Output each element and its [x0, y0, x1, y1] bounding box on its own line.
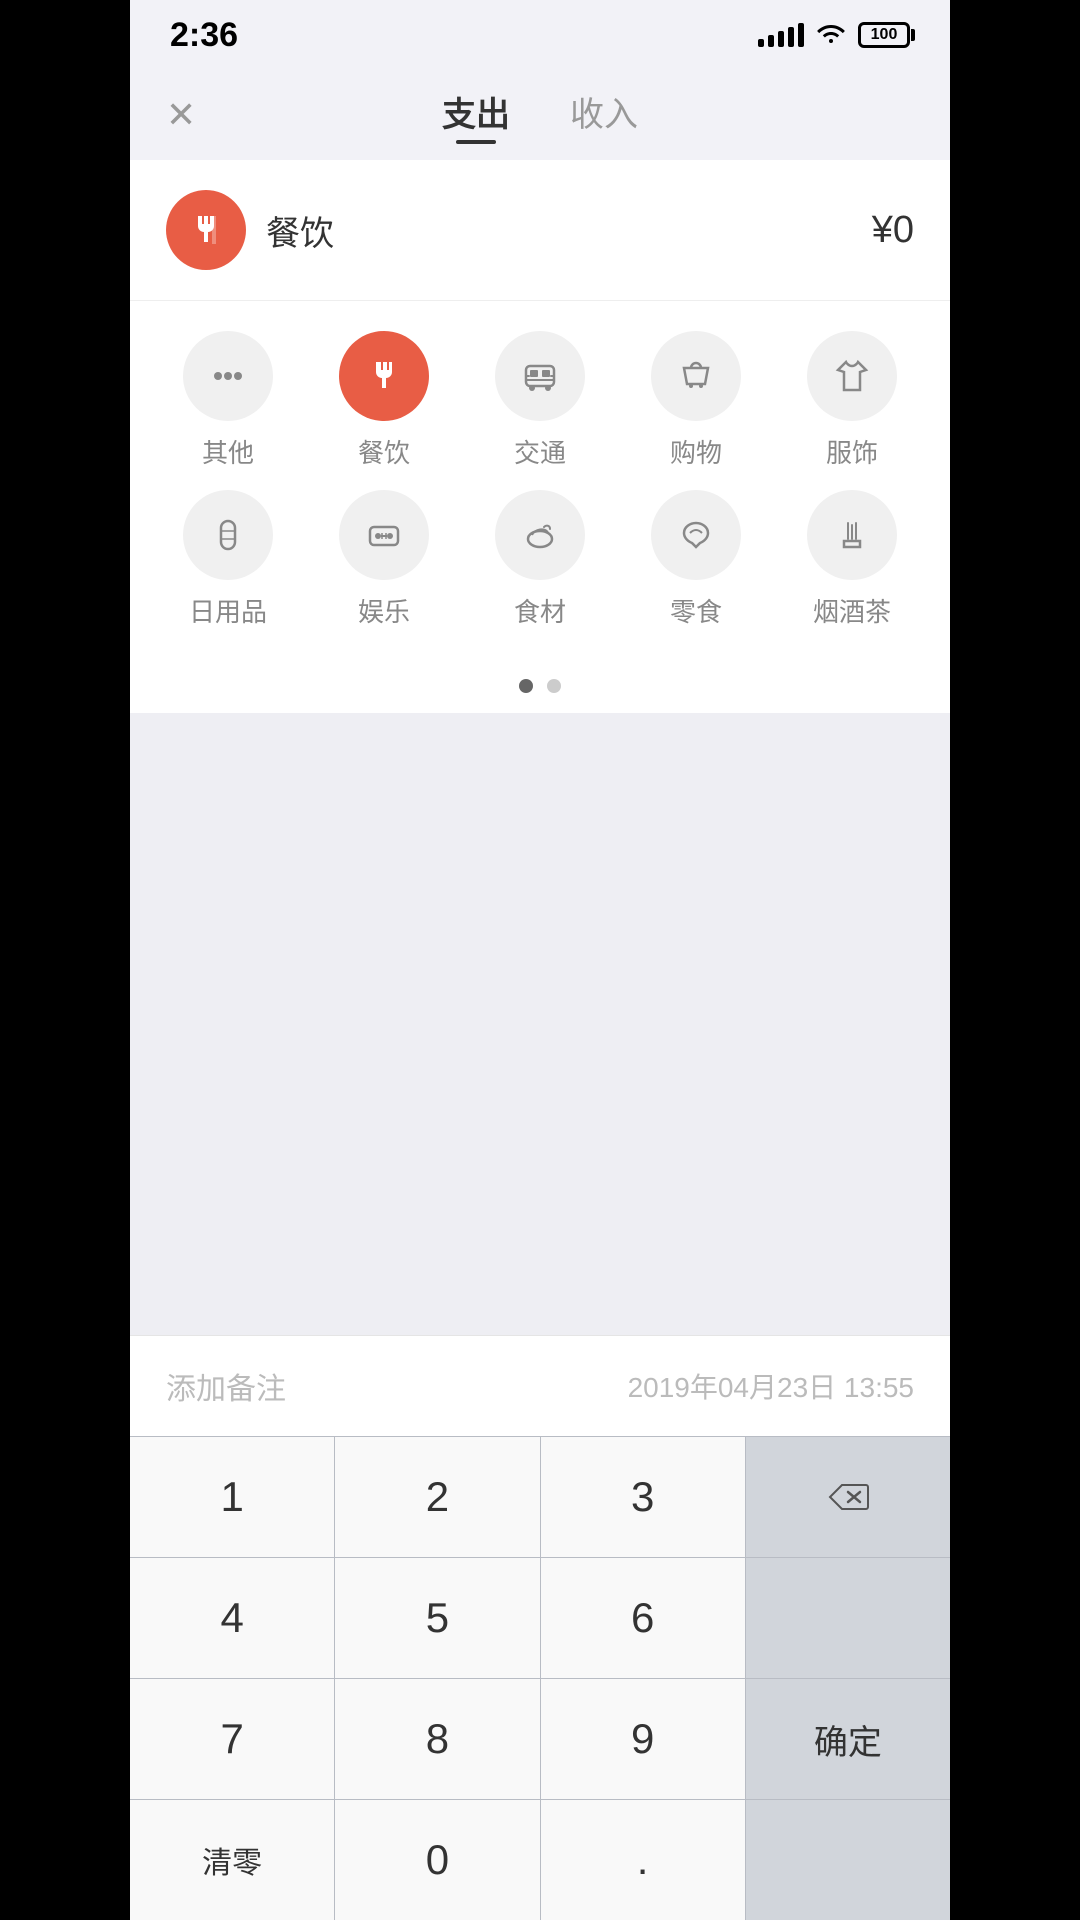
keypad-row-4: 清零 0 . — [130, 1799, 950, 1920]
tab-expense[interactable]: 支出 — [442, 87, 510, 144]
pagination-dots — [130, 669, 950, 713]
keypad-row-1: 1 2 3 — [130, 1436, 950, 1557]
keypad: 1 2 3 4 5 6 7 8 9 确定 清零 0 — [130, 1436, 950, 1920]
tab-bar: 支出 收入 — [442, 87, 638, 144]
key-2[interactable]: 2 — [335, 1437, 540, 1557]
shopping-icon — [676, 356, 716, 396]
key-5[interactable]: 5 — [335, 1558, 540, 1678]
snack-icon — [676, 515, 716, 555]
category-header: 餐饮 ¥0 — [130, 160, 950, 301]
category-item-food[interactable]: 食材 — [470, 490, 610, 629]
keypad-row-2: 4 5 6 — [130, 1557, 950, 1678]
key-7[interactable]: 7 — [130, 1679, 335, 1799]
key-4[interactable]: 4 — [130, 1558, 335, 1678]
category-item-entertainment[interactable]: 娱乐 — [314, 490, 454, 629]
food-icon — [520, 515, 560, 555]
category-item-restaurant[interactable]: 餐饮 — [314, 331, 454, 470]
category-item-shopping[interactable]: 购物 — [626, 331, 766, 470]
category-row-2: 日用品 娱乐 — [150, 490, 930, 629]
key-0[interactable]: 0 — [335, 1800, 540, 1920]
dot-1[interactable] — [519, 679, 533, 693]
key-delete[interactable] — [746, 1437, 950, 1557]
keypad-row-3: 7 8 9 确定 — [130, 1678, 950, 1799]
note-datetime[interactable]: 2019年04月23日 13:55 — [628, 1366, 914, 1406]
content-area — [130, 713, 950, 1335]
other-icon — [208, 356, 248, 396]
key-8[interactable]: 8 — [335, 1679, 540, 1799]
category-item-daily[interactable]: 日用品 — [158, 490, 298, 629]
category-name: 餐饮 — [266, 206, 334, 255]
category-amount: ¥0 — [872, 209, 914, 252]
key-1[interactable]: 1 — [130, 1437, 335, 1557]
key-6[interactable]: 6 — [541, 1558, 746, 1678]
key-decimal[interactable]: . — [541, 1800, 746, 1920]
clothing-icon — [832, 356, 872, 396]
signal-icon — [758, 23, 804, 47]
key-3[interactable]: 3 — [541, 1437, 746, 1557]
category-main-icon — [166, 190, 246, 270]
close-button[interactable]: ✕ — [166, 94, 196, 136]
category-row-1: 其他 餐饮 — [150, 331, 930, 470]
transport-icon — [520, 356, 560, 396]
battery-icon: 100 — [858, 22, 910, 48]
category-item-tobacco[interactable]: 烟酒茶 — [782, 490, 922, 629]
header: ✕ 支出 收入 — [130, 70, 950, 160]
tab-income[interactable]: 收入 — [570, 87, 638, 144]
note-input[interactable]: 添加备注 — [166, 1364, 286, 1408]
key-empty-2 — [746, 1800, 950, 1920]
category-item-clothing[interactable]: 服饰 — [782, 331, 922, 470]
entertainment-icon — [364, 515, 404, 555]
category-item-snack[interactable]: 零食 — [626, 490, 766, 629]
category-grid: 其他 餐饮 — [130, 301, 950, 669]
key-9[interactable]: 9 — [541, 1679, 746, 1799]
wifi-icon — [816, 20, 846, 51]
status-icons: 100 — [758, 20, 910, 51]
note-bar: 添加备注 2019年04月23日 13:55 — [130, 1335, 950, 1436]
key-confirm[interactable]: 确定 — [746, 1679, 950, 1799]
key-clear[interactable]: 清零 — [130, 1800, 335, 1920]
category-item-other[interactable]: 其他 — [158, 331, 298, 470]
key-empty-1 — [746, 1558, 950, 1678]
dot-2[interactable] — [547, 679, 561, 693]
category-item-transport[interactable]: 交通 — [470, 331, 610, 470]
status-time: 2:36 — [170, 16, 238, 55]
restaurant-icon — [184, 208, 228, 252]
daily-icon — [208, 515, 248, 555]
delete-icon — [826, 1481, 870, 1513]
restaurant-active-icon — [364, 356, 404, 396]
status-bar: 2:36 100 — [130, 0, 950, 70]
tobacco-icon — [832, 515, 872, 555]
